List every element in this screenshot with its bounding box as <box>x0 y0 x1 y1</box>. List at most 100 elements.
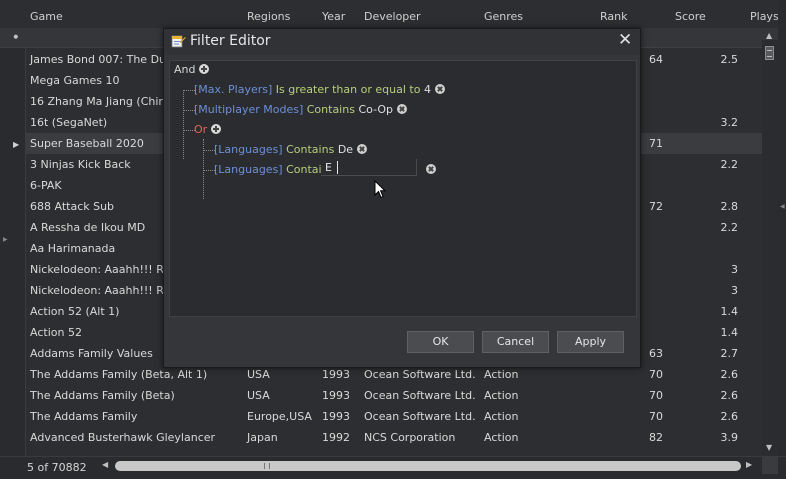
column-header-rank[interactable]: Rank <box>596 6 671 28</box>
cell-score[interactable]: 3.2 <box>671 112 746 133</box>
cell-genre[interactable]: Action <box>480 385 596 406</box>
column-header-developer[interactable]: Developer <box>360 6 480 28</box>
condition-value[interactable]: 4 <box>424 83 431 96</box>
condition-operator[interactable]: Is greater than or equal to <box>276 83 421 96</box>
condition-field[interactable]: [Languages] <box>214 143 283 156</box>
column-header-game[interactable]: Game <box>26 6 243 28</box>
remove-condition-icon[interactable] <box>434 84 445 94</box>
cell-score[interactable] <box>671 70 746 91</box>
scroll-grip-icon <box>264 463 270 469</box>
condition-value[interactable]: De <box>338 143 353 156</box>
cell-developer[interactable]: NCS Corporation <box>360 427 480 448</box>
cell-year[interactable]: 1993 <box>318 406 360 427</box>
filter-condition-multiplayer-modes[interactable]: [Multiplayer Modes] Contains Co-Op <box>194 101 407 119</box>
horizontal-scroll-thumb[interactable] <box>115 461 741 471</box>
scroll-left-icon[interactable]: ◀ <box>102 460 108 469</box>
cell-game[interactable]: The Addams Family <box>26 406 243 427</box>
cell-rank[interactable]: 70 <box>596 406 671 427</box>
vertical-scrollbar[interactable] <box>762 40 778 455</box>
grid-header: Game Regions Year Developer Genres Rank … <box>0 6 786 28</box>
filter-tree: And [Max. Players] Is greater than or eq… <box>169 60 637 317</box>
add-condition-icon[interactable] <box>211 124 222 134</box>
tree-connector <box>183 90 184 159</box>
record-count: 5 of 70882 <box>27 461 87 474</box>
cell-rank[interactable]: 82 <box>596 427 671 448</box>
scroll-right-icon[interactable]: ▶ <box>746 460 752 469</box>
dialog-title-bar[interactable]: Filter Editor ✕ <box>164 29 640 55</box>
filter-editor-dialog: Filter Editor ✕ And [Max. Players] Is gr… <box>163 28 641 368</box>
filter-condition-languages-e[interactable]: [Languages] Contains <box>214 161 334 179</box>
condition-value[interactable]: Co-Op <box>358 103 393 116</box>
remove-condition-icon[interactable] <box>357 144 368 154</box>
table-row[interactable]: Advanced Busterhawk Gleylancer Japan 1992 N… <box>26 427 778 448</box>
cell-score[interactable]: 2.8 <box>671 196 746 217</box>
condition-value-input[interactable]: E <box>325 159 332 176</box>
cell-region[interactable]: USA <box>243 385 318 406</box>
cell-score[interactable]: 2.2 <box>671 154 746 175</box>
cell-score[interactable]: 2.6 <box>671 385 746 406</box>
remove-condition-icon[interactable] <box>396 104 407 114</box>
dialog-title: Filter Editor <box>190 33 271 49</box>
filter-group-or[interactable]: Or <box>194 121 222 139</box>
cell-game[interactable]: The Addams Family (Beta) <box>26 385 243 406</box>
condition-operator[interactable]: Contains <box>307 103 355 116</box>
cell-developer[interactable]: Ocean Software Ltd. <box>360 385 480 406</box>
cell-score[interactable] <box>671 175 746 196</box>
ok-button[interactable]: OK <box>407 331 474 353</box>
group-operator-and[interactable]: And <box>174 63 195 76</box>
cell-score[interactable] <box>671 238 746 259</box>
filter-group-and[interactable]: And <box>174 61 210 79</box>
cell-score[interactable]: 2.6 <box>671 364 746 385</box>
condition-operator[interactable]: Contains <box>286 143 334 156</box>
filter-condition-languages-de[interactable]: [Languages] Contains De <box>214 141 368 159</box>
scroll-down-icon[interactable]: ▼ <box>766 443 772 452</box>
vertical-scroll-thumb[interactable] <box>765 46 774 60</box>
condition-field[interactable]: [Languages] <box>214 163 283 176</box>
table-row[interactable]: The Addams Family (Beta) USA 1993 Ocean Sof… <box>26 385 778 406</box>
text-caret <box>337 161 338 174</box>
cell-score[interactable]: 2.2 <box>671 217 746 238</box>
cell-score[interactable]: 1.4 <box>671 301 746 322</box>
cell-region[interactable]: Europe,USA <box>243 406 318 427</box>
current-row-indicator-icon: ▶ <box>13 140 20 149</box>
cell-game[interactable]: Advanced Busterhawk Gleylancer <box>26 427 243 448</box>
apply-button[interactable]: Apply <box>557 331 624 353</box>
cell-genre[interactable]: Action <box>480 406 596 427</box>
cell-score[interactable]: 2.7 <box>671 343 746 364</box>
column-header-genres[interactable]: Genres <box>480 6 596 28</box>
cancel-button[interactable]: Cancel <box>482 331 549 353</box>
condition-field[interactable]: [Max. Players] <box>194 83 272 96</box>
condition-field[interactable]: [Multiplayer Modes] <box>194 103 303 116</box>
cell-year[interactable]: 1992 <box>318 427 360 448</box>
group-operator-or[interactable]: Or <box>194 123 207 136</box>
column-header-regions[interactable]: Regions <box>243 6 318 28</box>
cell-score[interactable] <box>671 91 746 112</box>
close-icon[interactable]: ✕ <box>618 30 632 50</box>
cell-genre[interactable]: Action <box>480 427 596 448</box>
cell-developer[interactable]: Ocean Software Ltd. <box>360 406 480 427</box>
add-condition-icon[interactable] <box>199 64 210 74</box>
cell-region[interactable]: Japan <box>243 427 318 448</box>
scroll-up-icon[interactable]: ▲ <box>766 31 772 40</box>
column-header-year[interactable]: Year <box>318 6 360 28</box>
cell-score[interactable]: 3.9 <box>671 427 746 448</box>
filter-editor-icon <box>171 35 186 48</box>
cell-score[interactable]: 3 <box>671 280 746 301</box>
tree-connector <box>203 139 204 199</box>
cell-score[interactable]: 2.5 <box>671 49 746 70</box>
column-header-score[interactable]: Score <box>671 6 746 28</box>
cell-score[interactable] <box>671 133 746 154</box>
expand-right-icon[interactable]: ◀ <box>780 203 785 210</box>
cell-year[interactable]: 1993 <box>318 385 360 406</box>
row-indicator-column <box>0 48 26 458</box>
filter-condition-max-players[interactable]: [Max. Players] Is greater than or equal … <box>194 81 445 99</box>
condition-value-editor[interactable] <box>321 159 417 176</box>
remove-condition-icon[interactable] <box>426 164 436 174</box>
right-gutter <box>778 0 786 479</box>
table-row[interactable]: The Addams Family Europe,USA 1993 Ocean Sof… <box>26 406 778 427</box>
expand-left-icon[interactable]: ▶ <box>3 236 8 243</box>
cell-rank[interactable]: 70 <box>596 385 671 406</box>
cell-score[interactable]: 1.4 <box>671 322 746 343</box>
cell-score[interactable]: 3 <box>671 259 746 280</box>
cell-score[interactable]: 2.6 <box>671 406 746 427</box>
